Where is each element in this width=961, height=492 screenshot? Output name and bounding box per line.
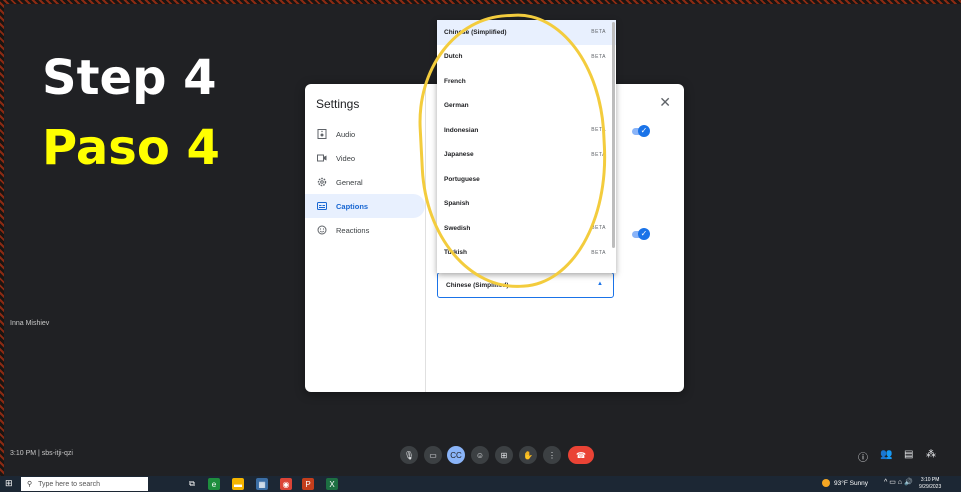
nav-item-reactions[interactable]: Reactions	[305, 218, 425, 242]
dropdown-option[interactable]: Dutch BETA	[437, 45, 616, 70]
weather-text: 93°F Sunny	[834, 479, 869, 487]
task-view-icon[interactable]: ⧉	[186, 478, 198, 490]
meeting-info: 3:10 PM | sbs-itji-qzi	[10, 450, 73, 457]
more-vert-icon: ⋮	[548, 450, 556, 460]
nav-label: Reactions	[336, 225, 370, 235]
mic-button[interactable]: 🎙	[400, 446, 418, 464]
clock-date: 9/29/2023	[919, 484, 942, 490]
windows-start-icon[interactable]: ⊞	[5, 478, 13, 489]
check-icon: ✓	[638, 228, 650, 240]
camera-icon: ▭	[429, 450, 437, 460]
nav-label: Captions	[336, 201, 369, 211]
taskbar-search[interactable]: ⚲ Type here to search	[21, 477, 148, 491]
weather-widget[interactable]: 93°F Sunny	[822, 479, 868, 487]
close-button[interactable]: ✕	[659, 94, 671, 111]
nav-item-general[interactable]: General	[305, 170, 425, 194]
calendar-icon[interactable]: ▦	[256, 478, 268, 490]
beta-badge: BETA	[591, 53, 606, 60]
captions-button[interactable]: CC	[447, 446, 465, 464]
taskbar-clock[interactable]: 3:10 PM 9/29/2023	[919, 477, 941, 491]
dropdown-option[interactable]: Swedish BETA	[437, 216, 616, 241]
nav-label: General	[336, 177, 363, 187]
clock-time: 3:10 PM	[920, 477, 940, 483]
dropdown-option[interactable]: Spanish	[437, 192, 616, 217]
file-explorer-icon[interactable]: ▬	[232, 478, 244, 490]
nav-label: Video	[336, 153, 356, 163]
camera-button[interactable]: ▭	[424, 446, 442, 464]
speaker-icon	[317, 129, 327, 139]
chat-button[interactable]: ▤	[904, 449, 913, 460]
beta-badge: BETA	[591, 127, 606, 134]
dropdown-option[interactable]: Indonesian BETA	[437, 118, 616, 143]
search-icon: ⚲	[27, 481, 33, 488]
chrome-icon[interactable]: ◉	[280, 478, 292, 490]
people-button[interactable]: 👥	[880, 449, 892, 460]
beta-badge: BETA	[591, 29, 606, 36]
raise-hand-button[interactable]: ✋	[519, 446, 537, 464]
dropdown-option[interactable]: Turkish BETA	[437, 241, 616, 266]
phone-hangup-icon: ☎	[576, 450, 586, 460]
translation-toggle[interactable]: ✓	[632, 228, 650, 240]
captions-icon: CC	[450, 450, 462, 460]
system-tray[interactable]: ^ ▭ ⌂ 🔊	[884, 478, 913, 486]
nav-item-audio[interactable]: Audio	[305, 122, 425, 146]
dialog-divider	[425, 84, 426, 392]
dialog-title: Settings	[316, 97, 360, 111]
captions-icon	[317, 201, 327, 211]
nav-label: Audio	[336, 129, 356, 139]
chat-icon: ▤	[904, 449, 914, 460]
step-title-english: Step 4	[42, 50, 217, 106]
search-placeholder: Type here to search	[38, 480, 101, 488]
language-select[interactable]: Chinese (Simplified) ▲	[437, 272, 614, 298]
beta-badge: BETA	[591, 225, 606, 232]
dropdown-option[interactable]: Portuguese	[437, 167, 616, 192]
selected-language: Chinese (Simplified)	[446, 281, 509, 289]
mic-icon: 🎙	[403, 450, 415, 460]
captions-toggle[interactable]: ✓	[632, 125, 650, 137]
present-button[interactable]: ⊞	[495, 446, 513, 464]
participant-name: Inna Mishiev	[10, 320, 50, 327]
dropdown-option[interactable]: German	[437, 94, 616, 119]
dropdown-option[interactable]: Japanese BETA	[437, 143, 616, 168]
hand-icon: ✋	[523, 450, 533, 460]
powerpoint-icon[interactable]: P	[302, 478, 314, 490]
beta-badge: BETA	[591, 151, 606, 158]
step-title-spanish: Paso 4	[42, 120, 220, 176]
sun-icon	[822, 479, 830, 487]
emoji-button[interactable]: ☺	[471, 446, 489, 464]
nav-item-captions[interactable]: Captions	[305, 194, 425, 218]
language-dropdown: Chinese (Simplified) BETA Dutch BETA Frenc…	[437, 20, 616, 273]
smiley-icon: ☺	[475, 450, 485, 460]
more-options-button[interactable]: ⋮	[543, 446, 561, 464]
present-icon: ⊞	[500, 450, 508, 460]
end-call-button[interactable]: ☎	[568, 446, 594, 464]
dropdown-option[interactable]: French	[437, 69, 616, 94]
dropdown-scrollbar[interactable]	[612, 22, 615, 248]
people-icon: 👥	[880, 449, 893, 460]
nav-item-video[interactable]: Video	[305, 146, 425, 170]
camera-icon	[317, 153, 327, 163]
settings-nav: Audio Video General Captions Reactions	[305, 122, 425, 242]
windows-taskbar: ⊞ ⚲ Type here to search ⧉ e ▬ ▦ ◉ P X 93…	[0, 476, 961, 492]
edge-icon[interactable]: e	[208, 478, 220, 490]
info-button[interactable]: ⓘ	[858, 449, 868, 464]
activities-button[interactable]: ⁂	[926, 449, 936, 460]
info-icon: ⓘ	[858, 453, 868, 464]
check-icon: ✓	[638, 125, 650, 137]
excel-icon[interactable]: X	[326, 478, 338, 490]
activities-icon: ⁂	[926, 449, 936, 460]
gear-icon	[317, 177, 327, 187]
smiley-icon	[317, 225, 327, 235]
beta-badge: BETA	[591, 249, 606, 256]
dropdown-option[interactable]: Chinese (Simplified) BETA	[437, 20, 616, 45]
chevron-up-icon: ▲	[597, 281, 603, 287]
